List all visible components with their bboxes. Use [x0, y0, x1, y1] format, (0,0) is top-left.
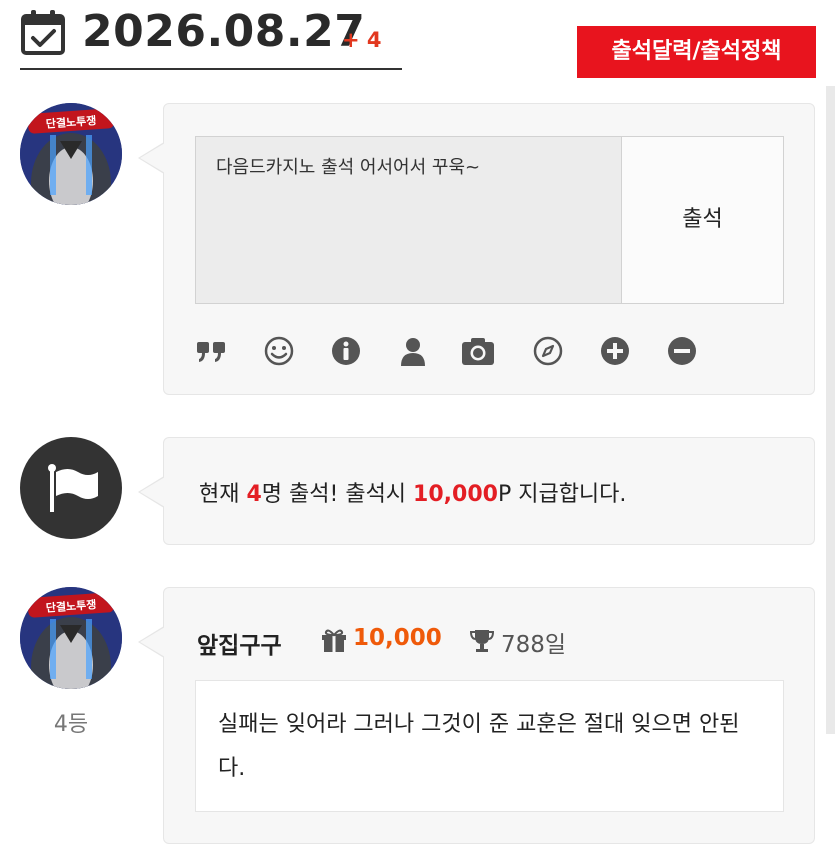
- notice-middle: 명 출석! 출석시: [261, 482, 414, 507]
- attendance-notice-card: 현재 4명 출석! 출석시 10,000P 지급합니다.: [138, 437, 815, 545]
- flag-avatar: [20, 437, 122, 539]
- editor-toolbar: [195, 334, 755, 374]
- penguin-avatar-image: 단결노투쟁: [20, 587, 122, 689]
- attendance-policy-button[interactable]: 출석달력/출석정책: [577, 26, 816, 78]
- attendance-submit-button[interactable]: 출석: [621, 136, 784, 304]
- calendar-check-icon: [21, 10, 65, 55]
- rank-label: 4등: [53, 712, 89, 737]
- notice-count: 4: [246, 482, 262, 507]
- avatar: 단결노투쟁: [20, 103, 122, 205]
- notice-suffix: P 지급합니다.: [497, 482, 627, 507]
- notice-prefix: 현재: [199, 482, 247, 507]
- scrollbar[interactable]: [826, 86, 835, 734]
- username[interactable]: 앞집구구: [197, 626, 282, 660]
- notice-points: 10,000: [413, 482, 498, 507]
- attendance-count-badge: + 4: [342, 28, 382, 52]
- plus-circle-icon[interactable]: [598, 334, 632, 368]
- attendance-date: 2026.08.27: [82, 6, 366, 57]
- penguin-avatar-image: 단결노투쟁: [20, 103, 122, 205]
- attendance-entry-card: 앞집구구 10,000 788일 실패는 잊어라 그러나 그것이 준 교훈은 절…: [138, 587, 815, 844]
- gift-icon: [322, 629, 346, 652]
- smile-icon[interactable]: [262, 334, 296, 368]
- entry-points: 10,000: [353, 625, 442, 651]
- info-icon[interactable]: [329, 334, 363, 368]
- attendance-comment: 실패는 잊어라 그러나 그것이 준 교훈은 절대 잊으면 안된다.: [195, 680, 784, 812]
- attendance-notice-text: 현재 4명 출석! 출석시 10,000P 지급합니다.: [199, 476, 626, 508]
- minus-circle-icon[interactable]: [665, 334, 699, 368]
- attendance-form-card: 다음드카지노 출석 어서어서 꾸욱~ 출석: [138, 103, 815, 395]
- attendance-days: 788일: [501, 632, 567, 658]
- flag-icon: [48, 464, 98, 512]
- camera-icon[interactable]: [461, 334, 495, 368]
- compass-icon[interactable]: [531, 334, 565, 368]
- avatar: 단결노투쟁: [20, 587, 122, 689]
- quote-icon[interactable]: [195, 334, 229, 368]
- date-header: 2026.08.27 + 4: [20, 0, 402, 70]
- user-icon[interactable]: [396, 334, 430, 368]
- trophy-icon: [469, 630, 495, 652]
- attendance-message-input[interactable]: 다음드카지노 출석 어서어서 꾸욱~: [195, 136, 621, 304]
